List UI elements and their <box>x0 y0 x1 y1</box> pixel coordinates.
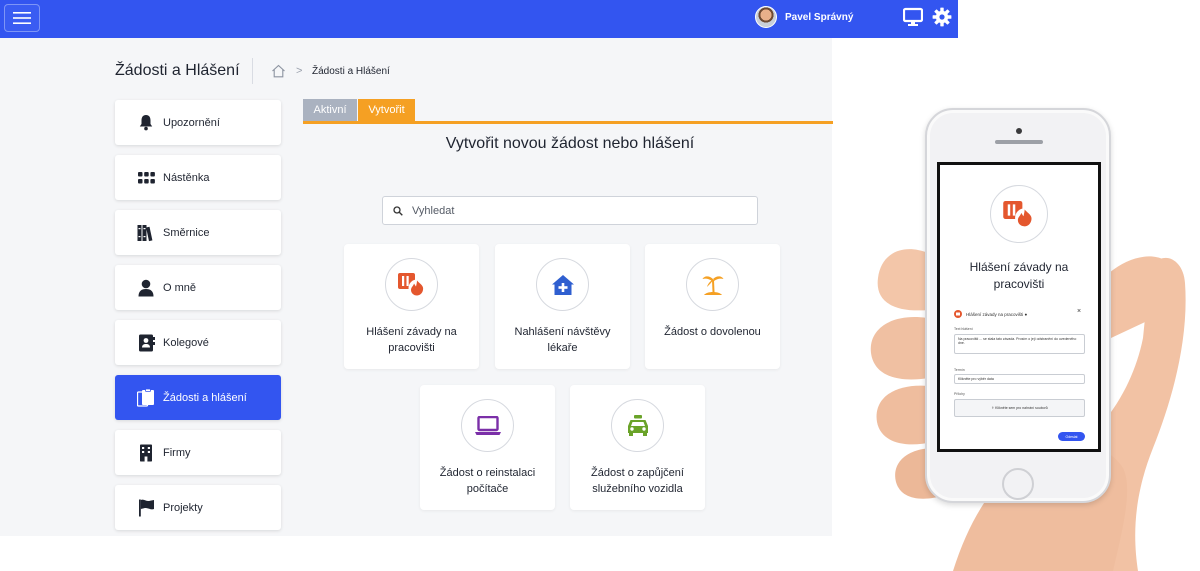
tab-aktivni[interactable]: Aktivní <box>303 99 357 121</box>
card-nahlaseni-lekare[interactable]: Nahlášení návštěvy lékaře <box>495 244 630 369</box>
building-icon <box>137 444 155 462</box>
app-panel: Žádosti a Hlášení > Žádosti a Hlášení Up… <box>0 38 833 536</box>
sidebar-item-label: Nástěnka <box>163 171 210 184</box>
card-reinstalace-pocitace[interactable]: Žádost o reinstalaci počítače <box>420 385 555 510</box>
field-label: Termín <box>954 368 965 372</box>
books-icon <box>137 224 155 242</box>
sidebar-item-kolegove[interactable]: Kolegové <box>115 320 281 365</box>
monitor-icon[interactable] <box>903 7 923 27</box>
field-label: Text hlášení <box>954 327 973 331</box>
sidebar-item-smernice[interactable]: Směrnice <box>115 210 281 255</box>
laptop-icon <box>461 399 514 452</box>
mobile-title: Hlášení závady na pracovišti <box>969 260 1069 291</box>
sidebar-item-firmy[interactable]: Firmy <box>115 430 281 475</box>
palm-island-icon <box>686 258 739 311</box>
speaker-grille <box>995 140 1043 144</box>
sidebar-item-label: Směrnice <box>163 226 210 239</box>
card-label: Žádost o dovolenou <box>664 326 761 338</box>
card-label: Žádost o reinstalaci počítače <box>439 467 536 495</box>
card-label: Žádost o zapůjčení služebního vozidla <box>591 467 684 495</box>
mobile-form-header-text: Hlášení závady na pracovišti ● <box>966 311 1028 317</box>
camera-dot <box>1016 128 1022 134</box>
close-icon[interactable]: × <box>1077 308 1081 315</box>
field-label: Přílohy <box>954 392 965 396</box>
divider <box>252 58 253 84</box>
upload-field[interactable]: ⇪ Klikněte sem pro nahrání souborů <box>954 399 1085 417</box>
fire-hazard-icon <box>954 310 962 318</box>
sidebar-item-nastenka[interactable]: Nástěnka <box>115 155 281 200</box>
card-label: Nahlášení návštěvy lékaře <box>514 326 611 354</box>
flag-icon <box>137 499 155 517</box>
card-zapujceni-vozidla[interactable]: Žádost o zapůjčení služebního vozidla <box>570 385 705 510</box>
card-hlaseni-zavady[interactable]: Hlášení závady na pracovišti <box>344 244 479 369</box>
fire-hazard-icon <box>385 258 438 311</box>
phone-mockup: Hlášení závady na pracovišti Hlášení záv… <box>833 38 1200 571</box>
phone-screen: Hlášení závady na pracovišti Hlášení záv… <box>937 162 1101 452</box>
sidebar-item-label: Upozornění <box>163 116 220 129</box>
card-label: Hlášení závady na pracovišti <box>366 326 457 354</box>
phone-device: Hlášení závady na pracovišti Hlášení záv… <box>925 108 1111 503</box>
fire-hazard-icon <box>990 185 1048 243</box>
sidebar-item-upozorneni[interactable]: Upozornění <box>115 100 281 145</box>
car-icon <box>611 399 664 452</box>
submit-button[interactable]: Odeslat <box>1058 432 1085 441</box>
breadcrumb-separator: > <box>296 65 303 77</box>
home-button[interactable] <box>1002 468 1034 500</box>
avatar <box>755 6 777 28</box>
bell-icon <box>137 114 155 132</box>
sidebar-item-label: O mně <box>163 281 197 294</box>
grid-icon <box>137 169 155 187</box>
sidebar-item-label: Firmy <box>163 446 191 459</box>
page-title: Žádosti a Hlášení <box>115 62 240 79</box>
report-text-field[interactable]: Na pracovišti ... se stala tato závada. … <box>954 334 1085 354</box>
search-input[interactable]: Vyhledat <box>382 196 758 225</box>
date-field[interactable]: Klikněte pro výběr data <box>954 374 1085 384</box>
clinic-icon <box>536 258 589 311</box>
mobile-form-header: Hlášení závady na pracovišti ● <box>954 310 1027 318</box>
tab-vytvorit[interactable]: Vytvořit <box>358 99 415 121</box>
sidebar-item-label: Projekty <box>163 501 203 514</box>
sidebar-item-projekty[interactable]: Projekty <box>115 485 281 530</box>
menu-icon <box>13 12 31 24</box>
search-icon <box>393 205 403 216</box>
clipboard-icon <box>137 388 155 407</box>
sidebar-item-label: Žádosti a hlášení <box>163 391 247 404</box>
sidebar-item-o-mne[interactable]: O mně <box>115 265 281 310</box>
section-heading: Vytvořit novou žádost nebo hlášení <box>445 135 695 152</box>
card-dovolena[interactable]: Žádost o dovolenou <box>645 244 780 369</box>
home-icon[interactable] <box>271 64 286 78</box>
sidebar-item-label: Kolegové <box>163 336 209 349</box>
menu-button[interactable] <box>4 4 40 32</box>
user-menu[interactable]: Pavel Správný <box>755 5 853 29</box>
sidebar-item-zadosti-a-hlaseni[interactable]: Žádosti a hlášení <box>115 375 281 420</box>
tab-bar: Aktivní Vytvořit <box>303 99 833 124</box>
top-bar: Pavel Správný <box>0 0 958 38</box>
contacts-icon <box>137 334 155 352</box>
user-name: Pavel Správný <box>785 11 854 23</box>
search-placeholder: Vyhledat <box>412 204 455 217</box>
user-icon <box>137 279 155 297</box>
gear-icon[interactable] <box>932 7 952 27</box>
breadcrumb-current: Žádosti a Hlášení <box>312 66 390 77</box>
